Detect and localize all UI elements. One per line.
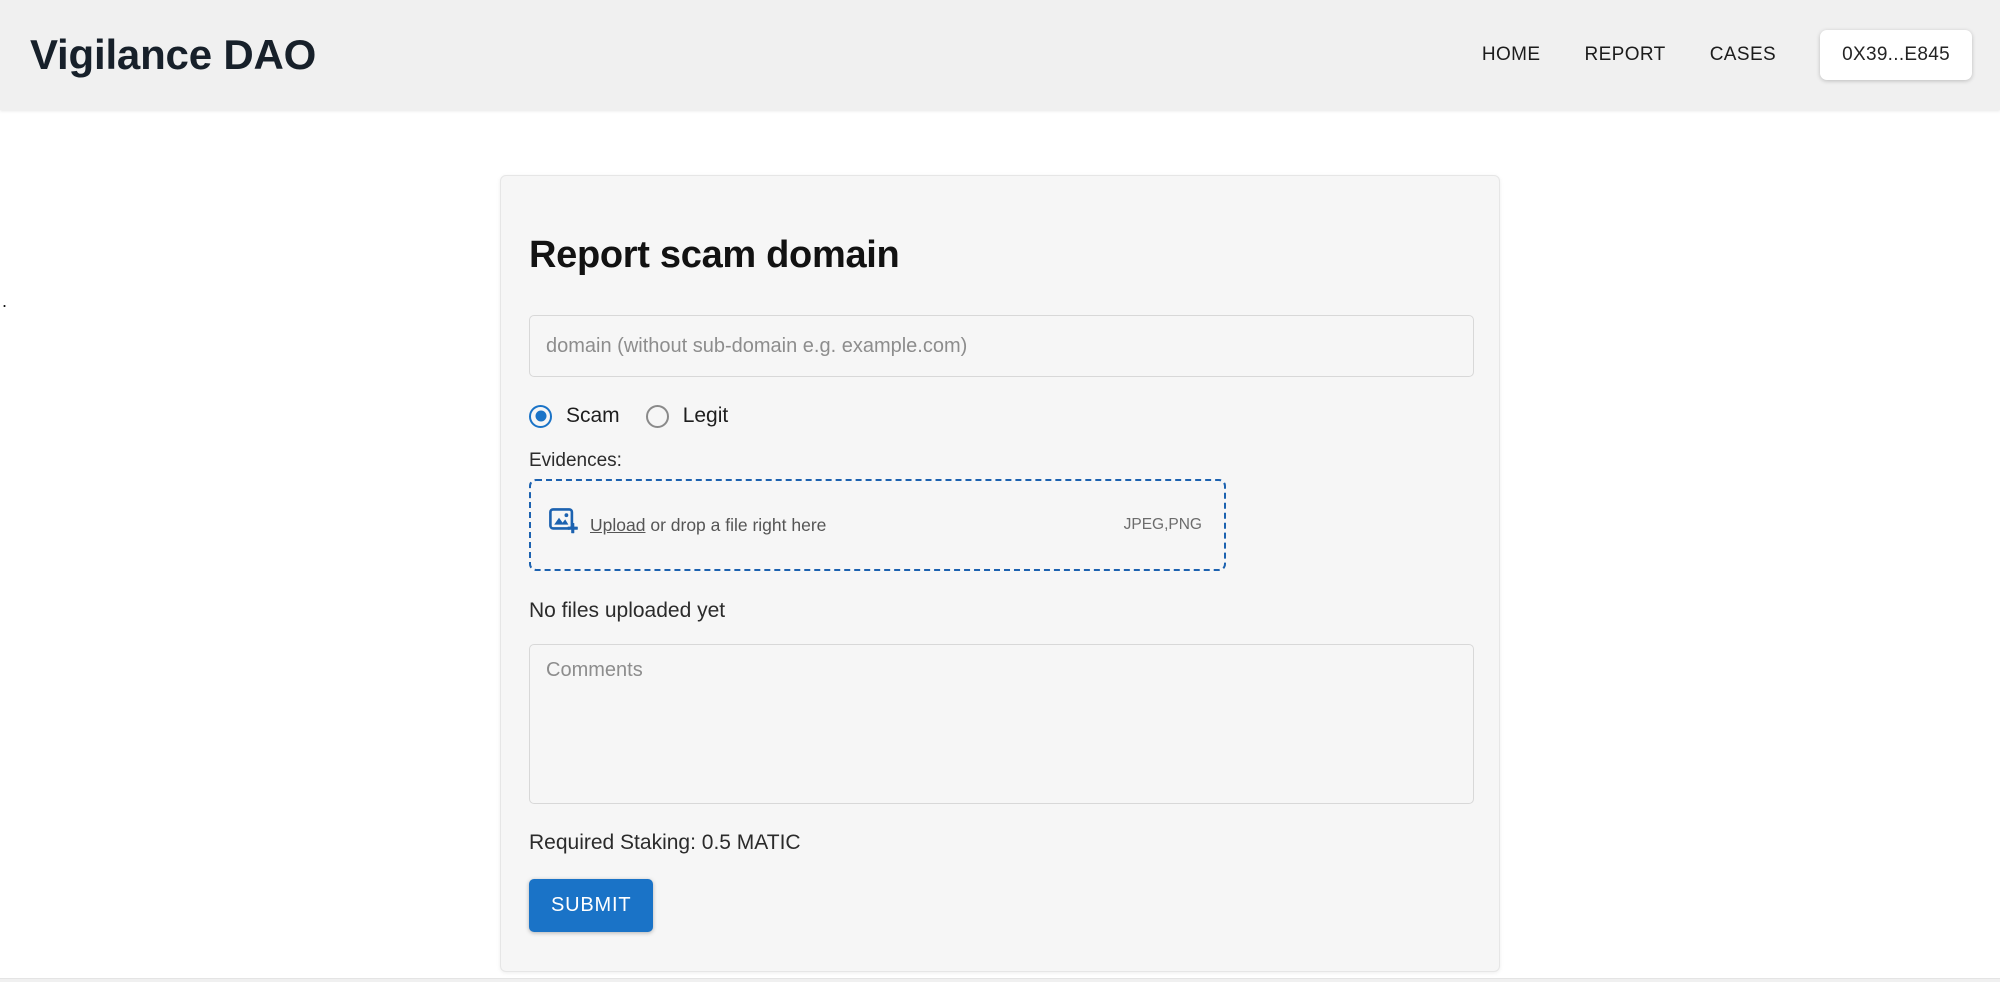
page-body: . Report scam domain Scam Legit Evidence… xyxy=(0,110,2000,982)
radio-legit-icon xyxy=(645,404,669,428)
file-dropzone[interactable]: Upload or drop a file right here JPEG,PN… xyxy=(529,479,1226,571)
wallet-address-button[interactable]: 0X39...E845 xyxy=(1820,30,1972,80)
nav-item-home[interactable]: HOME xyxy=(1460,34,1563,76)
radio-option-scam-label: Scam xyxy=(566,404,620,427)
radio-option-legit-label: Legit xyxy=(682,404,729,427)
add-photo-icon xyxy=(549,507,579,543)
radio-scam-icon xyxy=(529,404,552,428)
nav-item-cases[interactable]: CASES xyxy=(1688,34,1798,76)
report-form-card: Report scam domain Scam Legit Evidences: xyxy=(500,175,1500,972)
bottom-divider xyxy=(0,978,2000,982)
upload-link[interactable]: Upload xyxy=(590,515,645,535)
comments-input[interactable] xyxy=(529,644,1474,804)
required-staking-text: Required Staking: 0.5 MATIC xyxy=(529,831,801,854)
dropzone-hint: or drop a file right here xyxy=(645,514,827,535)
brand-title: Vigilance DAO xyxy=(30,31,317,78)
verdict-radio-group: Scam Legit xyxy=(529,404,1447,428)
app-header: Vigilance DAO HOME REPORT CASES 0X39...E… xyxy=(0,0,2000,110)
evidences-label: Evidences: xyxy=(529,450,622,471)
dropzone-text: Upload or drop a file right here xyxy=(590,515,826,536)
radio-option-legit[interactable]: Legit xyxy=(645,404,729,428)
domain-input[interactable] xyxy=(529,315,1474,377)
nav-item-report[interactable]: REPORT xyxy=(1562,34,1687,76)
main-navigation: HOME REPORT CASES 0X39...E845 xyxy=(1460,30,1972,80)
stray-text-dot: . xyxy=(2,291,8,311)
dropzone-prompt: Upload or drop a file right here xyxy=(549,507,826,543)
radio-option-scam[interactable]: Scam xyxy=(529,404,620,428)
submit-button[interactable]: SUBMIT xyxy=(529,879,654,932)
accepted-formats-label: JPEG,PNG xyxy=(1123,516,1202,533)
upload-status-text: No files uploaded yet xyxy=(529,599,726,622)
page-title: Report scam domain xyxy=(529,234,900,276)
